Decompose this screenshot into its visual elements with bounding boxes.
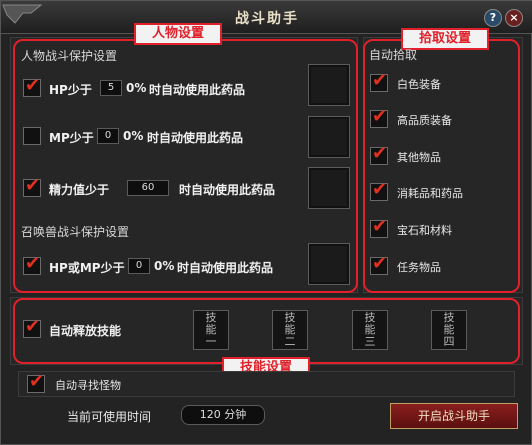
skill-slot-1[interactable]: 技能一 (193, 310, 229, 350)
close-icon: × (509, 11, 519, 24)
hp-threshold-input[interactable]: 5 (100, 80, 122, 96)
pickup-checkbox-quest[interactable]: ✔ (370, 253, 388, 275)
energy-action: 时自动使用此药品 (179, 183, 276, 197)
mp-suffix: 0% (123, 129, 144, 143)
checkmark-icon: ✔ (25, 175, 41, 196)
auto-find-label: 自动寻找怪物 (55, 379, 121, 392)
checkmark-icon: ✔ (372, 253, 388, 274)
pickup-checkbox-consumables[interactable]: ✔ (370, 179, 388, 201)
energy-potion-slot[interactable] (308, 167, 350, 209)
energy-threshold-input[interactable]: 60 (127, 180, 169, 196)
checkmark-icon: ✔ (25, 75, 41, 96)
pet-suffix: 0% (154, 259, 175, 273)
checkmark-icon: ✔ (25, 253, 41, 274)
pickup-checkbox-other[interactable]: ✔ (370, 143, 388, 165)
pet-threshold-input[interactable]: 0 (128, 258, 150, 274)
pickup-title: 自动拾取 (369, 48, 418, 62)
energy-checkbox[interactable]: ✔ (23, 175, 41, 197)
pickup-label-quality: 高品质装备 (397, 114, 452, 127)
hp-action: 时自动使用此药品 (149, 83, 246, 97)
character-protection-title: 人物战斗保护设置 (21, 49, 118, 63)
window-title: 战斗助手 (235, 11, 299, 27)
battle-assistant-window: 战斗助手 ? × 人物设置 人物战斗保护设置 ✔ HP少于 5 0% 时自动使用… (0, 0, 532, 445)
checkmark-icon: ✔ (25, 316, 41, 337)
hp-checkbox[interactable]: ✔ (23, 75, 41, 97)
time-value: 120 分钟 (181, 405, 265, 425)
checkmark-icon: ✔ (372, 216, 388, 237)
question-icon: ? (489, 11, 497, 24)
pet-potion-slot[interactable] (308, 243, 350, 285)
mp-checkbox[interactable] (23, 127, 41, 145)
mp-potion-slot[interactable] (308, 116, 350, 158)
mp-action: 时自动使用此药品 (147, 131, 244, 145)
help-button[interactable]: ? (484, 9, 502, 27)
checkmark-icon: ✔ (372, 106, 388, 127)
pickup-label-consumables: 消耗品和药品 (397, 187, 463, 200)
character-annotation-label: 人物设置 (134, 23, 222, 45)
hp-prefix: HP少于 (49, 83, 92, 97)
pickup-label-other: 其他物品 (397, 151, 441, 164)
pickup-checkbox-gems[interactable]: ✔ (370, 216, 388, 238)
mp-threshold-input[interactable]: 0 (97, 128, 119, 144)
auto-skill-label: 自动释放技能 (49, 324, 122, 338)
pet-prefix: HP或MP少于 (49, 261, 125, 275)
auto-skill-checkbox[interactable]: ✔ (23, 316, 41, 338)
energy-prefix: 精力值少于 (49, 183, 110, 197)
pickup-label-quest: 任务物品 (397, 261, 441, 274)
pickup-label-white: 白色装备 (397, 78, 441, 91)
checkmark-icon: ✔ (29, 371, 45, 392)
checkmark-icon: ✔ (372, 143, 388, 164)
character-annotation-box (13, 39, 358, 293)
close-button[interactable]: × (505, 9, 523, 27)
time-label: 当前可使用时间 (67, 410, 152, 424)
checkmark-icon: ✔ (372, 70, 388, 91)
pet-checkbox[interactable]: ✔ (23, 253, 41, 275)
pickup-checkbox-quality[interactable]: ✔ (370, 106, 388, 128)
auto-find-checkbox[interactable]: ✔ (27, 371, 45, 393)
hp-suffix: 0% (126, 81, 147, 95)
skill-slot-4[interactable]: 技能四 (431, 310, 467, 350)
pickup-checkbox-white[interactable]: ✔ (370, 70, 388, 92)
skill-slot-3[interactable]: 技能三 (352, 310, 388, 350)
mp-prefix: MP少于 (49, 131, 94, 145)
skill-slot-2[interactable]: 技能二 (272, 310, 308, 350)
checkmark-icon: ✔ (372, 179, 388, 200)
pet-protection-title: 召唤兽战斗保护设置 (21, 225, 130, 239)
pet-action: 时自动使用此药品 (177, 261, 274, 275)
pickup-label-gems: 宝石和材料 (397, 224, 452, 237)
start-battle-assistant-button[interactable]: 开启战斗助手 (390, 403, 518, 429)
hp-potion-slot[interactable] (308, 64, 350, 106)
